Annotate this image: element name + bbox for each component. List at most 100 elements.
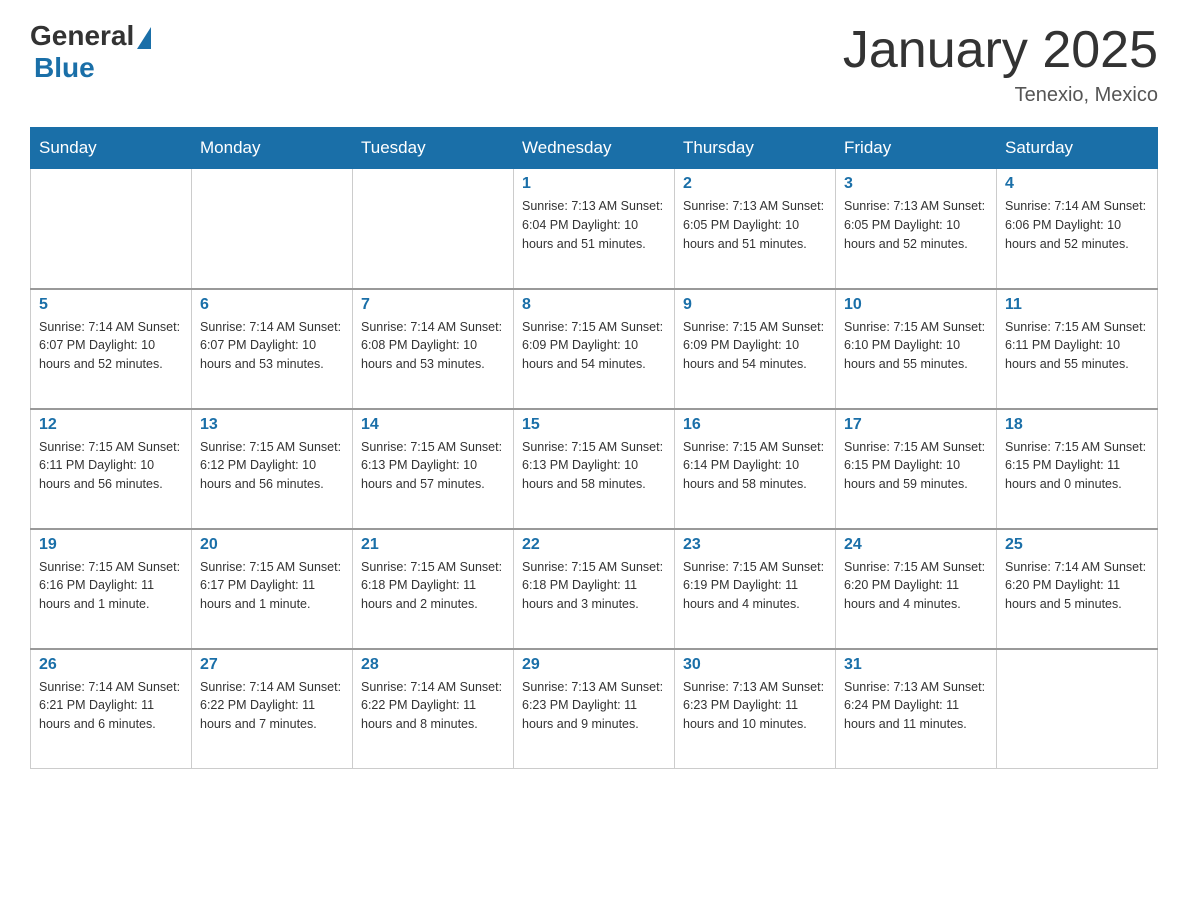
- day-info: Sunrise: 7:15 AM Sunset: 6:10 PM Dayligh…: [844, 318, 988, 374]
- day-number: 13: [200, 416, 344, 434]
- day-info: Sunrise: 7:13 AM Sunset: 6:05 PM Dayligh…: [844, 197, 988, 253]
- week-row-1: 1 Sunrise: 7:13 AM Sunset: 6:04 PM Daylig…: [31, 169, 1158, 289]
- day-headers-row: SundayMondayTuesdayWednesdayThursdayFrid…: [31, 128, 1158, 169]
- day-number: 30: [683, 656, 827, 674]
- day-info: Sunrise: 7:15 AM Sunset: 6:15 PM Dayligh…: [1005, 438, 1149, 494]
- day-info: Sunrise: 7:15 AM Sunset: 6:18 PM Dayligh…: [361, 558, 505, 614]
- day-info: Sunrise: 7:15 AM Sunset: 6:13 PM Dayligh…: [522, 438, 666, 494]
- calendar-cell: 24 Sunrise: 7:15 AM Sunset: 6:20 PM Dayli…: [836, 529, 997, 649]
- calendar-cell: 17 Sunrise: 7:15 AM Sunset: 6:15 PM Dayli…: [836, 409, 997, 529]
- day-info: Sunrise: 7:15 AM Sunset: 6:19 PM Dayligh…: [683, 558, 827, 614]
- calendar-cell: 19Sunrise: 7:15 AM Sunset: 6:16 PM Dayli…: [31, 529, 192, 649]
- calendar-cell: 8 Sunrise: 7:15 AM Sunset: 6:09 PM Daylig…: [514, 289, 675, 409]
- day-info: Sunrise: 7:15 AM Sunset: 6:11 PM Dayligh…: [1005, 318, 1149, 374]
- day-info: Sunrise: 7:15 AM Sunset: 6:13 PM Dayligh…: [361, 438, 505, 494]
- day-info: Sunrise: 7:15 AM Sunset: 6:11 PM Dayligh…: [39, 438, 183, 494]
- calendar-title: January 2025: [843, 20, 1158, 80]
- day-number: 4: [1005, 175, 1149, 193]
- day-info: Sunrise: 7:14 AM Sunset: 6:20 PM Dayligh…: [1005, 558, 1149, 614]
- day-number: 1: [522, 175, 666, 193]
- day-info: Sunrise: 7:14 AM Sunset: 6:22 PM Dayligh…: [361, 678, 505, 734]
- day-number: 24: [844, 536, 988, 554]
- calendar-cell: 30Sunrise: 7:13 AM Sunset: 6:23 PM Dayli…: [675, 649, 836, 769]
- day-number: 16: [683, 416, 827, 434]
- calendar-cell: 14 Sunrise: 7:15 AM Sunset: 6:13 PM Dayli…: [353, 409, 514, 529]
- day-number: 25: [1005, 536, 1149, 554]
- calendar-cell: 27 Sunrise: 7:14 AM Sunset: 6:22 PM Dayli…: [192, 649, 353, 769]
- day-number: 15: [522, 416, 666, 434]
- calendar-cell: 3 Sunrise: 7:13 AM Sunset: 6:05 PM Daylig…: [836, 169, 997, 289]
- calendar-cell: [31, 169, 192, 289]
- day-info: Sunrise: 7:14 AM Sunset: 6:06 PM Dayligh…: [1005, 197, 1149, 253]
- calendar-cell: 5 Sunrise: 7:14 AM Sunset: 6:07 PM Daylig…: [31, 289, 192, 409]
- logo: General Blue: [30, 20, 151, 84]
- day-info: Sunrise: 7:15 AM Sunset: 6:12 PM Dayligh…: [200, 438, 344, 494]
- day-header-tuesday: Tuesday: [353, 128, 514, 169]
- calendar-table: SundayMondayTuesdayWednesdayThursdayFrid…: [30, 127, 1158, 769]
- calendar-cell: 10 Sunrise: 7:15 AM Sunset: 6:10 PM Dayli…: [836, 289, 997, 409]
- day-header-sunday: Sunday: [31, 128, 192, 169]
- day-number: 14: [361, 416, 505, 434]
- calendar-cell: 22Sunrise: 7:15 AM Sunset: 6:18 PM Dayli…: [514, 529, 675, 649]
- calendar-cell: 11 Sunrise: 7:15 AM Sunset: 6:11 PM Dayli…: [997, 289, 1158, 409]
- day-number: 27: [200, 656, 344, 674]
- day-info: Sunrise: 7:14 AM Sunset: 6:22 PM Dayligh…: [200, 678, 344, 734]
- day-number: 29: [522, 656, 666, 674]
- day-info: Sunrise: 7:15 AM Sunset: 6:09 PM Dayligh…: [683, 318, 827, 374]
- calendar-cell: 20Sunrise: 7:15 AM Sunset: 6:17 PM Dayli…: [192, 529, 353, 649]
- week-row-3: 12 Sunrise: 7:15 AM Sunset: 6:11 PM Dayli…: [31, 409, 1158, 529]
- calendar-cell: 7Sunrise: 7:14 AM Sunset: 6:08 PM Daylig…: [353, 289, 514, 409]
- calendar-cell: 15 Sunrise: 7:15 AM Sunset: 6:13 PM Dayli…: [514, 409, 675, 529]
- day-info: Sunrise: 7:14 AM Sunset: 6:21 PM Dayligh…: [39, 678, 183, 734]
- day-number: 3: [844, 175, 988, 193]
- day-header-thursday: Thursday: [675, 128, 836, 169]
- day-info: Sunrise: 7:15 AM Sunset: 6:16 PM Dayligh…: [39, 558, 183, 614]
- calendar-cell: 6Sunrise: 7:14 AM Sunset: 6:07 PM Daylig…: [192, 289, 353, 409]
- day-info: Sunrise: 7:15 AM Sunset: 6:14 PM Dayligh…: [683, 438, 827, 494]
- calendar-cell: 25 Sunrise: 7:14 AM Sunset: 6:20 PM Dayli…: [997, 529, 1158, 649]
- calendar-cell: 4 Sunrise: 7:14 AM Sunset: 6:06 PM Daylig…: [997, 169, 1158, 289]
- day-number: 12: [39, 416, 183, 434]
- calendar-cell: 16 Sunrise: 7:15 AM Sunset: 6:14 PM Dayli…: [675, 409, 836, 529]
- calendar-cell: 29 Sunrise: 7:13 AM Sunset: 6:23 PM Dayli…: [514, 649, 675, 769]
- calendar-cell: 9Sunrise: 7:15 AM Sunset: 6:09 PM Daylig…: [675, 289, 836, 409]
- week-row-4: 19Sunrise: 7:15 AM Sunset: 6:16 PM Dayli…: [31, 529, 1158, 649]
- day-number: 21: [361, 536, 505, 554]
- day-info: Sunrise: 7:13 AM Sunset: 6:23 PM Dayligh…: [522, 678, 666, 734]
- day-info: Sunrise: 7:15 AM Sunset: 6:09 PM Dayligh…: [522, 318, 666, 374]
- calendar-cell: [997, 649, 1158, 769]
- day-info: Sunrise: 7:13 AM Sunset: 6:05 PM Dayligh…: [683, 197, 827, 253]
- day-number: 8: [522, 296, 666, 314]
- calendar-cell: 1 Sunrise: 7:13 AM Sunset: 6:04 PM Daylig…: [514, 169, 675, 289]
- calendar-cell: [353, 169, 514, 289]
- day-number: 31: [844, 656, 988, 674]
- day-info: Sunrise: 7:15 AM Sunset: 6:18 PM Dayligh…: [522, 558, 666, 614]
- calendar-subtitle: Tenexio, Mexico: [843, 84, 1158, 107]
- day-number: 5: [39, 296, 183, 314]
- logo-general-text: General: [30, 20, 134, 52]
- day-number: 10: [844, 296, 988, 314]
- day-header-friday: Friday: [836, 128, 997, 169]
- day-info: Sunrise: 7:14 AM Sunset: 6:07 PM Dayligh…: [39, 318, 183, 374]
- day-info: Sunrise: 7:13 AM Sunset: 6:04 PM Dayligh…: [522, 197, 666, 253]
- week-row-5: 26 Sunrise: 7:14 AM Sunset: 6:21 PM Dayli…: [31, 649, 1158, 769]
- calendar-cell: 28Sunrise: 7:14 AM Sunset: 6:22 PM Dayli…: [353, 649, 514, 769]
- day-number: 18: [1005, 416, 1149, 434]
- day-header-saturday: Saturday: [997, 128, 1158, 169]
- title-section: January 2025 Tenexio, Mexico: [843, 20, 1158, 107]
- calendar-cell: 18 Sunrise: 7:15 AM Sunset: 6:15 PM Dayli…: [997, 409, 1158, 529]
- week-row-2: 5 Sunrise: 7:14 AM Sunset: 6:07 PM Daylig…: [31, 289, 1158, 409]
- page-header: General Blue January 2025 Tenexio, Mexic…: [30, 20, 1158, 107]
- day-info: Sunrise: 7:15 AM Sunset: 6:17 PM Dayligh…: [200, 558, 344, 614]
- day-info: Sunrise: 7:13 AM Sunset: 6:24 PM Dayligh…: [844, 678, 988, 734]
- day-number: 23: [683, 536, 827, 554]
- logo-triangle-icon: [137, 27, 151, 49]
- day-number: 11: [1005, 296, 1149, 314]
- day-info: Sunrise: 7:15 AM Sunset: 6:20 PM Dayligh…: [844, 558, 988, 614]
- day-header-wednesday: Wednesday: [514, 128, 675, 169]
- day-number: 17: [844, 416, 988, 434]
- calendar-cell: [192, 169, 353, 289]
- day-info: Sunrise: 7:15 AM Sunset: 6:15 PM Dayligh…: [844, 438, 988, 494]
- calendar-cell: 2Sunrise: 7:13 AM Sunset: 6:05 PM Daylig…: [675, 169, 836, 289]
- day-number: 26: [39, 656, 183, 674]
